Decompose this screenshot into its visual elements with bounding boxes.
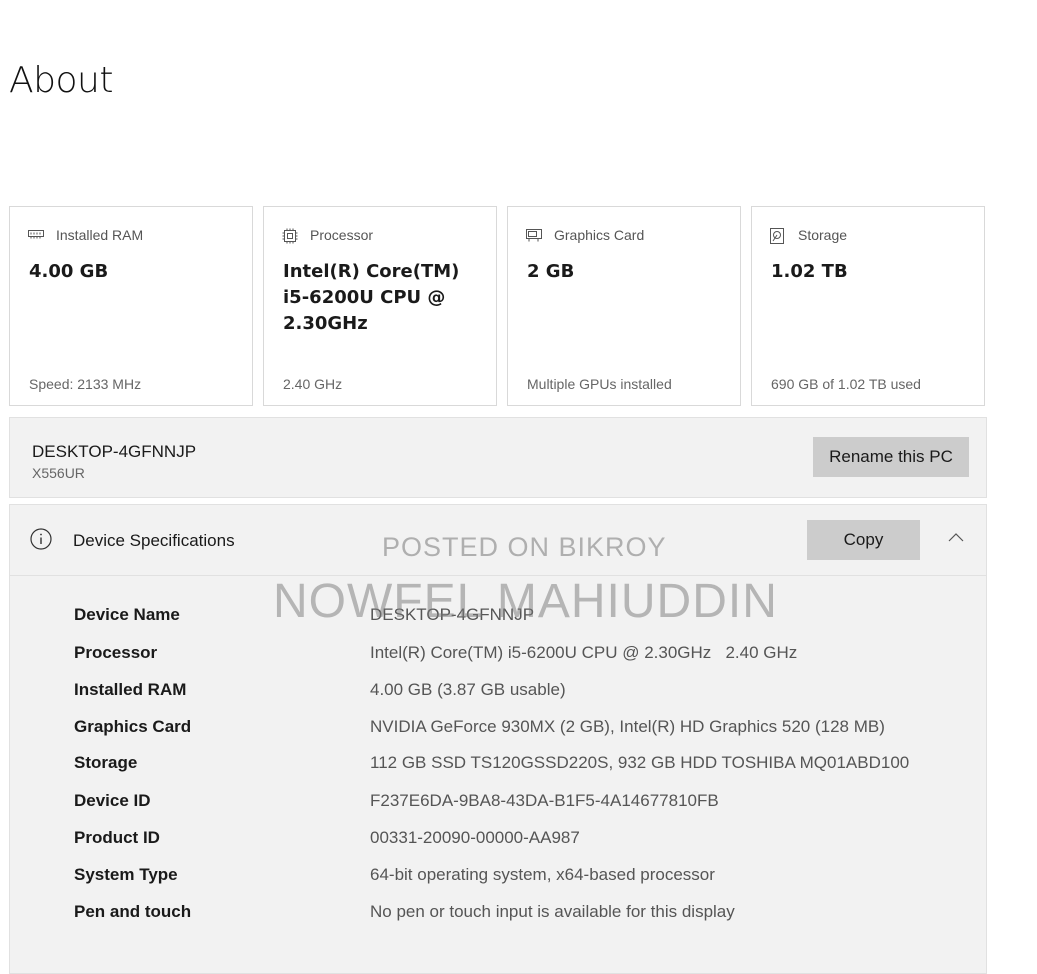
card-installed-ram: Installed RAM 4.00 GB Speed: 2133 MHz xyxy=(9,206,253,406)
spec-row-system-type: System Type 64-bit operating system, x64… xyxy=(74,865,974,885)
spec-value: DESKTOP-4GFNNJP xyxy=(370,605,535,624)
spec-row-processor: Processor Intel(R) Core(TM) i5-6200U CPU… xyxy=(74,643,974,663)
spec-label: Storage xyxy=(74,753,138,772)
card-footer: Multiple GPUs installed xyxy=(527,376,672,392)
page-title: About xyxy=(9,60,113,101)
card-value: 4.00 GB xyxy=(29,261,109,282)
card-label: Installed RAM xyxy=(56,227,144,243)
spec-label: Graphics Card xyxy=(74,717,192,736)
spec-row-storage: Storage 112 GB SSD TS120GSSD220S, 932 GB… xyxy=(74,753,974,773)
card-label: Graphics Card xyxy=(554,227,645,243)
spec-value: 64-bit operating system, x64-based proce… xyxy=(370,865,715,884)
card-value: 2 GB xyxy=(527,261,575,282)
spec-row-graphics-card: Graphics Card NVIDIA GeForce 930MX (2 GB… xyxy=(74,717,974,737)
card-value: 1.02 TB xyxy=(771,261,848,282)
card-footer: Speed: 2133 MHz xyxy=(29,376,142,392)
card-storage: Storage 1.02 TB 690 GB of 1.02 TB used xyxy=(751,206,985,406)
card-label: Processor xyxy=(310,227,374,243)
ram-icon xyxy=(28,228,44,242)
spec-value: 112 GB SSD TS120GSSD220S, 932 GB HDD TOS… xyxy=(370,753,910,772)
spec-label: Processor xyxy=(74,643,158,662)
info-icon xyxy=(30,528,52,550)
card-graphics-card: Graphics Card 2 GB Multiple GPUs install… xyxy=(507,206,741,406)
spec-value: Intel(R) Core(TM) i5-6200U CPU @ 2.30GHz… xyxy=(370,643,798,662)
device-specifications-header[interactable]: Device Specifications Copy xyxy=(10,505,986,576)
spec-value: No pen or touch input is available for t… xyxy=(370,902,735,921)
processor-icon xyxy=(282,228,298,244)
spec-value: 4.00 GB (3.87 GB usable) xyxy=(370,680,566,699)
spec-value: F237E6DA-9BA8-43DA-B1F5-4A14677810FB xyxy=(370,791,719,810)
pc-model: X556UR xyxy=(32,465,85,481)
spec-row-installed-ram: Installed RAM 4.00 GB (3.87 GB usable) xyxy=(74,680,974,700)
spec-label: Pen and touch xyxy=(74,902,192,921)
spec-label: System Type xyxy=(74,865,178,884)
card-processor: Processor Intel(R) Core(TM) i5-6200U CPU… xyxy=(263,206,497,406)
copy-button[interactable]: Copy xyxy=(807,520,920,560)
card-footer: 2.40 GHz xyxy=(283,376,343,392)
chevron-up-icon[interactable] xyxy=(946,531,966,545)
pc-name-panel: DESKTOP-4GFNNJP X556UR Rename this PC xyxy=(9,417,987,498)
spec-label: Device Name xyxy=(74,605,180,624)
card-footer: 690 GB of 1.02 TB used xyxy=(771,376,921,392)
spec-label: Device ID xyxy=(74,791,151,810)
spec-label: Installed RAM xyxy=(74,680,187,699)
spec-row-pen-and-touch: Pen and touch No pen or touch input is a… xyxy=(74,902,974,922)
rename-pc-button[interactable]: Rename this PC xyxy=(813,437,969,477)
spec-label: Product ID xyxy=(74,828,160,847)
device-specifications-panel: Device Specifications Copy Device Name D… xyxy=(9,504,987,974)
card-label: Storage xyxy=(798,227,848,243)
spec-value: NVIDIA GeForce 930MX (2 GB), Intel(R) HD… xyxy=(370,717,885,736)
pc-name: DESKTOP-4GFNNJP xyxy=(32,442,197,461)
spec-value: 00331-20090-00000-AA987 xyxy=(370,828,580,847)
device-specifications-title: Device Specifications xyxy=(73,531,235,550)
spec-row-device-name: Device Name DESKTOP-4GFNNJP xyxy=(74,605,974,625)
card-value: Intel(R) Core(TM) i5-6200U CPU @ 2.30GHz xyxy=(283,261,460,334)
graphics-card-icon xyxy=(526,228,542,242)
spec-row-product-id: Product ID 00331-20090-00000-AA987 xyxy=(74,828,974,848)
storage-icon xyxy=(770,228,786,244)
spec-row-device-id: Device ID F237E6DA-9BA8-43DA-B1F5-4A1467… xyxy=(74,791,974,811)
